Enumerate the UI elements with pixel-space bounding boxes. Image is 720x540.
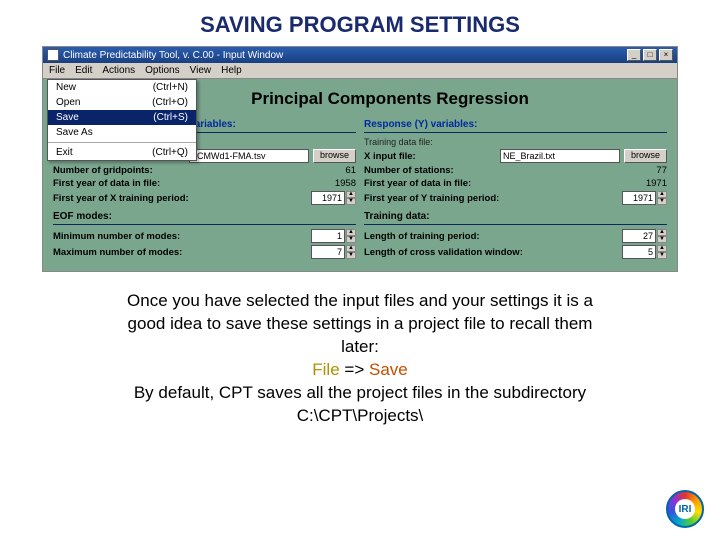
body-line: By default, CPT saves all the project fi… — [32, 382, 688, 405]
menu-item-save[interactable]: Save(Ctrl+S) — [48, 110, 196, 125]
menu-item-exit[interactable]: Exit(Ctrl+Q) — [48, 145, 196, 160]
minimize-button[interactable]: _ — [627, 49, 641, 61]
x-file-input[interactable]: LCMWd1-FMA.tsv — [189, 149, 309, 163]
x-ft-label: First year of X training period: — [53, 193, 189, 204]
menu-item-open[interactable]: Open(Ctrl+O) — [48, 95, 196, 110]
body-line: C:\CPT\Projects\ — [32, 405, 688, 428]
x-min-label: Minimum number of modes: — [53, 231, 180, 242]
menu-options[interactable]: Options — [145, 65, 179, 76]
menubar: File Edit Actions Options View Help New(… — [43, 63, 677, 79]
maximize-button[interactable]: □ — [643, 49, 657, 61]
menu-file[interactable]: File — [49, 65, 65, 76]
y-st-value: 77 — [656, 165, 667, 176]
x-fy-value: 1958 — [335, 178, 356, 189]
y-fy-label: First year of data in file: — [364, 178, 471, 189]
menu-separator — [48, 142, 196, 143]
app-icon — [47, 49, 59, 61]
spin-down-icon[interactable]: ▼ — [657, 236, 667, 243]
menu-help[interactable]: Help — [221, 65, 242, 76]
spin-up-icon[interactable]: ▲ — [346, 245, 356, 252]
y-st-label: Number of stations: — [364, 165, 454, 176]
x-browse-button[interactable]: browse — [313, 149, 356, 163]
x-gp-value: 61 — [345, 165, 356, 176]
y-len-label: Length of training period: — [364, 231, 480, 242]
close-button[interactable]: × — [659, 49, 673, 61]
y-cv-input[interactable]: 5 — [622, 245, 656, 259]
body-line: File => Save — [32, 359, 688, 382]
y-file-label: X input file: — [364, 151, 416, 162]
td-legend: Training data: — [364, 211, 667, 222]
y-legend: Response (Y) variables: — [364, 119, 667, 130]
menu-view[interactable]: View — [190, 65, 212, 76]
y-len-input[interactable]: 27 — [622, 229, 656, 243]
x-min-input[interactable]: 1 — [311, 229, 345, 243]
y-browse-button[interactable]: browse — [624, 149, 667, 163]
y-sub: Training data file: — [364, 137, 667, 147]
y-cv-label: Length of cross validation window: — [364, 247, 523, 258]
y-ft-label: First year of Y training period: — [364, 193, 499, 204]
menu-item-saveas[interactable]: Save As — [48, 125, 196, 140]
app-window: Climate Predictability Tool, v. C.00 - I… — [42, 46, 678, 272]
body-line: good idea to save these settings in a pr… — [32, 313, 688, 336]
spin-up-icon[interactable]: ▲ — [346, 229, 356, 236]
body-line: later: — [32, 336, 688, 359]
slide-body: Once you have selected the input files a… — [0, 272, 720, 428]
window-title: Climate Predictability Tool, v. C.00 - I… — [63, 50, 283, 61]
spin-down-icon[interactable]: ▼ — [346, 198, 356, 205]
body-line: Once you have selected the input files a… — [32, 290, 688, 313]
y-file-input[interactable]: NE_Brazil.txt — [500, 149, 620, 163]
spin-down-icon[interactable]: ▼ — [657, 198, 667, 205]
eof-legend: EOF modes: — [53, 211, 356, 222]
y-variables-section: Response (Y) variables: Training data fi… — [364, 119, 667, 261]
titlebar: Climate Predictability Tool, v. C.00 - I… — [43, 47, 677, 63]
y-ft-input[interactable]: 1971 — [622, 191, 656, 205]
x-max-input[interactable]: 7 — [311, 245, 345, 259]
spin-down-icon[interactable]: ▼ — [657, 252, 667, 259]
spin-up-icon[interactable]: ▲ — [657, 191, 667, 198]
spin-down-icon[interactable]: ▼ — [346, 236, 356, 243]
x-max-label: Maximum number of modes: — [53, 247, 182, 258]
slide-title: SAVING PROGRAM SETTINGS — [0, 0, 720, 46]
spin-down-icon[interactable]: ▼ — [346, 252, 356, 259]
menu-actions[interactable]: Actions — [102, 65, 135, 76]
x-ft-input[interactable]: 1971 — [311, 191, 345, 205]
iri-logo-icon: IRI — [666, 490, 704, 528]
menu-item-new[interactable]: New(Ctrl+N) — [48, 80, 196, 95]
menu-edit[interactable]: Edit — [75, 65, 92, 76]
x-gp-label: Number of gridpoints: — [53, 165, 153, 176]
spin-up-icon[interactable]: ▲ — [657, 229, 667, 236]
x-fy-label: First year of data in file: — [53, 178, 160, 189]
spin-up-icon[interactable]: ▲ — [657, 245, 667, 252]
spin-up-icon[interactable]: ▲ — [346, 191, 356, 198]
file-dropdown: New(Ctrl+N) Open(Ctrl+O) Save(Ctrl+S) Sa… — [47, 79, 197, 161]
y-fy-value: 1971 — [646, 178, 667, 189]
